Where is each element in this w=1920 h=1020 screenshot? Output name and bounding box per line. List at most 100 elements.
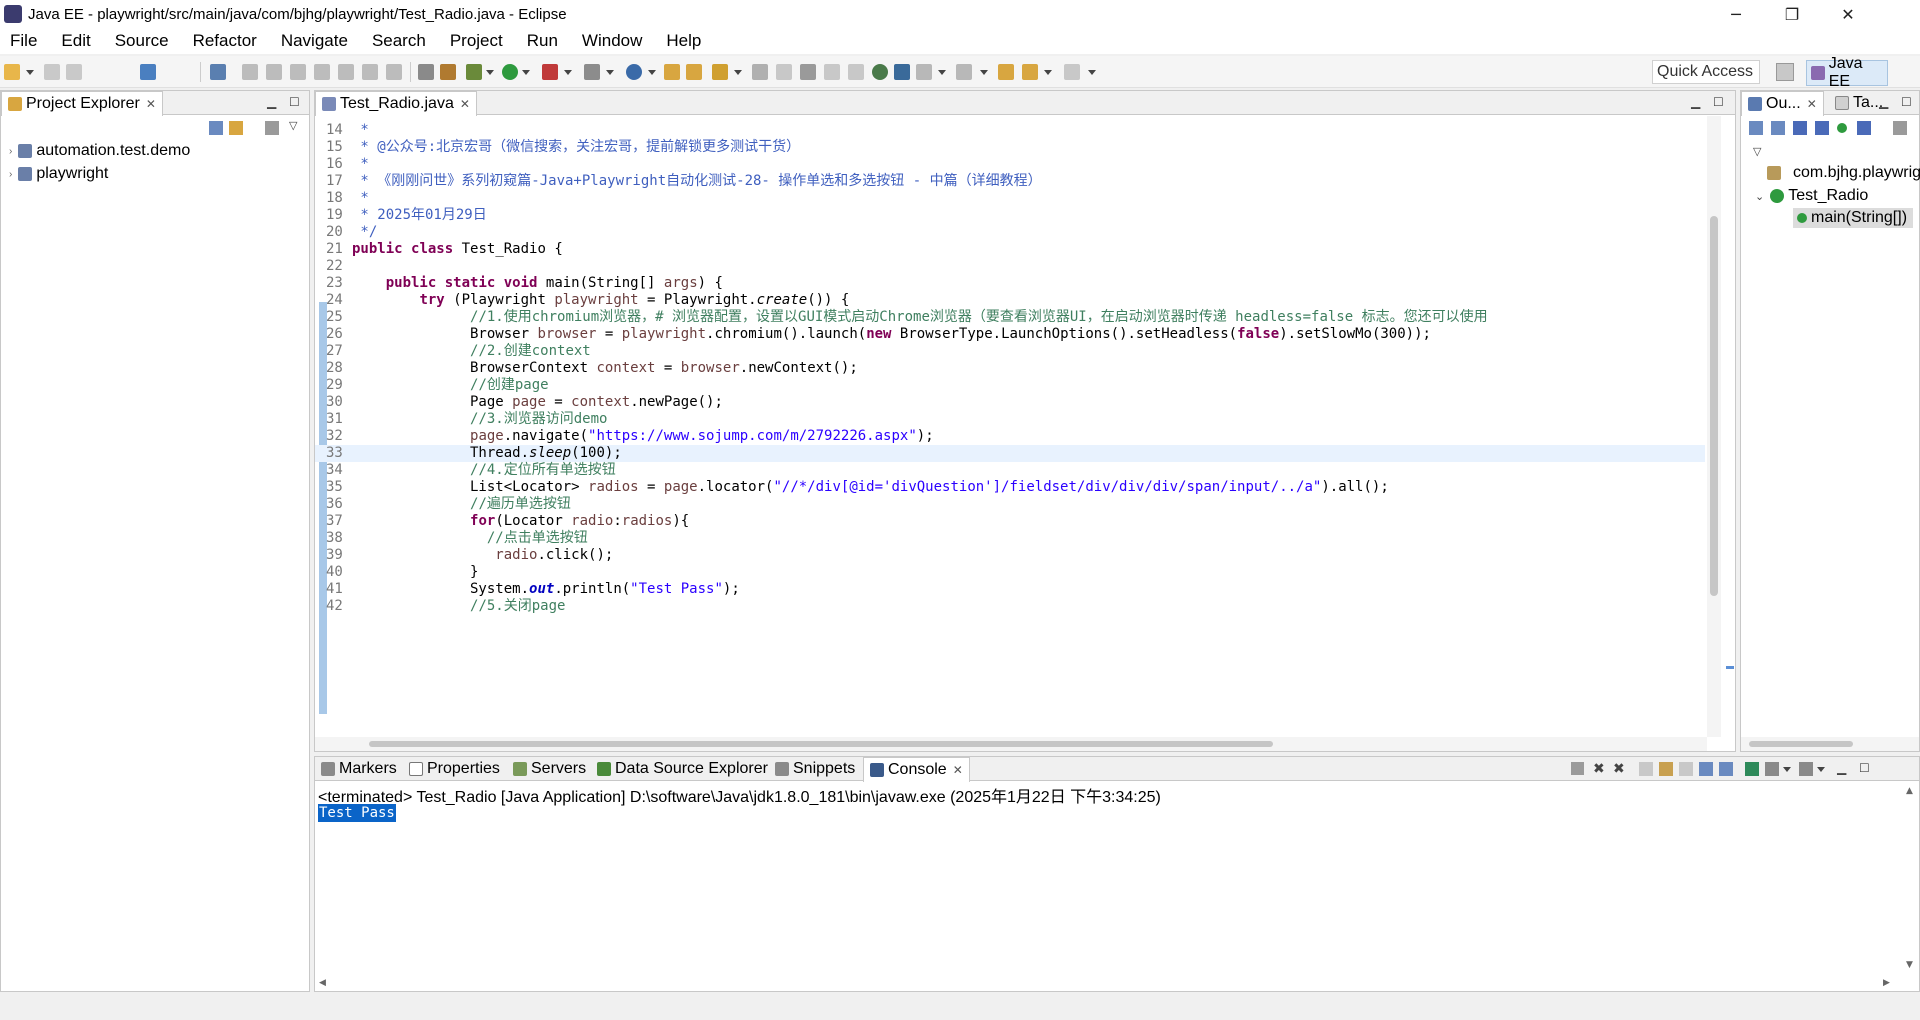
code-line[interactable]: 32 page.navigate("https://www.sojump.com… (315, 428, 1705, 445)
code-line[interactable]: 23 public static void main(String[] args… (315, 275, 1705, 292)
code-line[interactable]: 18 * (315, 190, 1705, 207)
menu-navigate[interactable]: Navigate (279, 31, 350, 51)
quick-access-input[interactable]: Quick Access (1652, 60, 1760, 84)
resume-icon[interactable] (242, 64, 258, 80)
use-step-filters-icon[interactable] (440, 64, 456, 80)
search-icon[interactable] (712, 64, 728, 80)
maximize-view-icon[interactable]: ☐ (289, 95, 300, 109)
horizontal-scrollbar[interactable] (315, 737, 1707, 751)
code-line[interactable]: 20 */ (315, 224, 1705, 241)
tab-markers[interactable]: Markers (315, 757, 403, 781)
remove-launch-icon[interactable]: ✖ (1593, 761, 1605, 777)
close-icon[interactable]: ✕ (460, 97, 470, 111)
debug-icon[interactable] (466, 64, 482, 80)
code-line[interactable]: 28 BrowserContext context = browser.newC… (315, 360, 1705, 377)
chevron-right-icon[interactable]: › (9, 169, 12, 180)
filter-icon[interactable] (265, 121, 279, 135)
code-line[interactable]: 22 (315, 258, 1705, 275)
vertical-scrollbar[interactable] (1707, 116, 1721, 737)
open-type-icon[interactable] (664, 64, 680, 80)
code-line[interactable]: 21 public class Test_Radio { (315, 241, 1705, 258)
scroll-right-icon[interactable]: ▶ (1883, 978, 1890, 988)
new-icon[interactable] (4, 64, 20, 80)
scroll-lock-icon[interactable] (1659, 762, 1673, 776)
h-scrollbar-thumb[interactable] (369, 741, 1273, 747)
open-perspective-icon[interactable] (1776, 63, 1794, 81)
show-whitespace-icon[interactable] (848, 64, 864, 80)
link-icon[interactable] (894, 64, 910, 80)
terminate-icon[interactable] (1571, 762, 1584, 775)
link-with-editor-icon[interactable] (229, 121, 243, 135)
menu-run[interactable]: Run (525, 31, 560, 51)
run-icon[interactable] (502, 64, 518, 80)
sort-icon[interactable] (1771, 121, 1785, 135)
disconnect-icon[interactable] (314, 64, 330, 80)
view-menu-icon[interactable]: ▽ (289, 119, 297, 132)
tab-snippets[interactable]: Snippets (769, 757, 861, 781)
search-dropdown-icon[interactable] (734, 70, 742, 75)
annotation-icon[interactable] (752, 64, 768, 80)
tree-item-automation-test-demo[interactable]: › automation.test.demo (9, 141, 190, 161)
code-line[interactable]: 38 //点击单选按钮 (315, 530, 1705, 547)
menu-file[interactable]: File (8, 31, 39, 51)
open-console-dropdown-icon[interactable] (1817, 767, 1825, 772)
highlight-icon[interactable] (776, 64, 792, 80)
terminal-icon[interactable] (140, 64, 156, 80)
outline-item-class[interactable]: ⌄ Test_Radio (1755, 186, 1868, 206)
display-console-dropdown-icon[interactable] (1783, 767, 1791, 772)
open-folder-icon[interactable] (686, 64, 702, 80)
hide-non-public-icon[interactable] (1837, 123, 1847, 133)
outline-item-method[interactable]: main(String[]) (1793, 208, 1914, 228)
external-tools-dropdown-icon[interactable] (564, 70, 572, 75)
scroll-down-icon[interactable]: ▼ (1906, 960, 1913, 970)
view-menu-icon[interactable]: ▽ (1753, 145, 1761, 158)
code-line[interactable]: 24 try (Playwright playwright = Playwrig… (315, 292, 1705, 309)
code-line[interactable]: 30 Page page = context.newPage(); (315, 394, 1705, 411)
menu-project[interactable]: Project (448, 31, 505, 51)
console-output-area[interactable]: <terminated> Test_Radio [Java Applicatio… (315, 782, 1919, 991)
outline-h-scrollbar[interactable] (1741, 737, 1919, 751)
block-selection-icon[interactable] (824, 64, 840, 80)
hide-static-icon[interactable] (1815, 121, 1829, 135)
close-icon[interactable]: ✕ (1807, 97, 1817, 111)
scroll-left-icon[interactable]: ◀ (319, 978, 326, 988)
pin-console-icon[interactable] (1745, 762, 1759, 776)
chevron-down-icon[interactable]: ⌄ (1755, 190, 1764, 203)
close-icon[interactable]: ✕ (953, 763, 963, 777)
overview-ruler[interactable] (1724, 116, 1735, 737)
console-h-scrollbar[interactable]: ◀ ▶ (315, 977, 1905, 991)
drop-to-frame-icon[interactable] (418, 64, 434, 80)
minimize-view-icon[interactable]: ▁ (1837, 761, 1846, 775)
menu-help[interactable]: Help (664, 31, 703, 51)
terminate-icon[interactable] (290, 64, 306, 80)
skip-breakpoints-icon[interactable] (210, 64, 226, 80)
minimize-editor-icon[interactable]: ▁ (1691, 95, 1700, 109)
code-line[interactable]: 33 Thread.sleep(100); (315, 445, 1705, 462)
menu-source[interactable]: Source (113, 31, 171, 51)
console-v-scrollbar[interactable]: ▲ ▼ (1903, 782, 1919, 978)
code-line[interactable]: 39 radio.click(); (315, 547, 1705, 564)
menu-search[interactable]: Search (370, 31, 428, 51)
server-icon[interactable] (584, 64, 600, 80)
minimize-view-icon[interactable]: ▁ (267, 95, 276, 109)
code-line[interactable]: 19 * 2025年01月29日 (315, 207, 1705, 224)
overview-marker[interactable] (1726, 666, 1734, 669)
code-line[interactable]: 25 //1.使用chromium浏览器，# 浏览器配置，设置以GUI模式启动C… (315, 309, 1705, 326)
show-on-stderr-icon[interactable] (1719, 762, 1733, 776)
new-java-dropdown-icon[interactable] (648, 70, 656, 75)
scroll-up-icon[interactable]: ▲ (1906, 786, 1913, 796)
word-wrap-icon[interactable] (1679, 762, 1693, 776)
clear-console-icon[interactable] (1639, 762, 1653, 776)
restore-button[interactable]: ❐ (1764, 0, 1820, 28)
run-dropdown-icon[interactable] (522, 70, 530, 75)
tab-project-explorer[interactable]: Project Explorer ✕ (1, 91, 163, 116)
prev-annotation-dropdown-icon[interactable] (980, 70, 988, 75)
menu-refactor[interactable]: Refactor (191, 31, 259, 51)
tab-test-radio-java[interactable]: Test_Radio.java ✕ (315, 91, 477, 116)
code-line[interactable]: 27 //2.创建context (315, 343, 1705, 360)
code-line[interactable]: 15 * @公众号:北京宏哥（微信搜索，关注宏哥，提前解锁更多测试干货） (315, 139, 1705, 156)
code-line[interactable]: 17 * 《刚刚问世》系列初窥篇-Java+Playwright自动化测试-28… (315, 173, 1705, 190)
tab-console[interactable]: Console ✕ (863, 757, 970, 782)
step-over-icon[interactable] (362, 64, 378, 80)
server-dropdown-icon[interactable] (606, 70, 614, 75)
